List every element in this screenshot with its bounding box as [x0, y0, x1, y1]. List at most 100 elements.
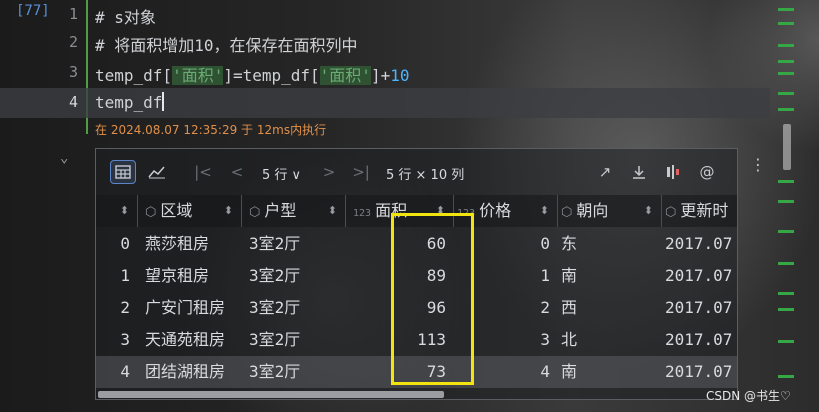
change-marker [778, 340, 794, 343]
column-header[interactable]: ⬡ 区域 ⬍ [142, 195, 242, 227]
column-header[interactable]: ⬡ 更新时 [662, 195, 737, 227]
more-options-icon[interactable]: ⋮ [750, 155, 766, 174]
change-marker [778, 375, 794, 378]
row-index: 2 [120, 298, 130, 317]
sort-icon[interactable]: ⬍ [328, 195, 337, 227]
code-token: ]+ [370, 66, 391, 85]
change-marker [778, 44, 794, 47]
execution-status: 在 2024.08.07 12:35:29 于 12ms内执行 [95, 123, 327, 137]
row-index: 0 [120, 234, 130, 253]
cell-updated[interactable]: 2017.07 [662, 228, 737, 260]
cell-area[interactable]: 天通苑租房 [142, 324, 242, 356]
line-number: 3 [68, 63, 78, 81]
annotation-highlight-box [391, 213, 474, 385]
change-marker [778, 262, 794, 265]
cell-layout[interactable]: 3室2厅 [246, 356, 346, 388]
line-number: 2 [68, 33, 78, 51]
next-page-icon[interactable]: > [316, 160, 342, 184]
cell-direction[interactable]: 北 [558, 324, 662, 356]
change-marker [778, 72, 794, 75]
change-marker [778, 180, 794, 183]
watermark: CSDN @书生♡ [706, 389, 791, 403]
cell-area[interactable]: 广安门租房 [142, 292, 242, 324]
cell-direction[interactable]: 南 [558, 356, 662, 388]
editor-scroll-thumb[interactable] [783, 124, 791, 170]
cell-area[interactable]: 团结湖租房 [142, 356, 242, 388]
cube-icon: ⬡ [249, 205, 261, 220]
download-icon[interactable] [626, 160, 652, 184]
cell-updated[interactable]: 2017.07 [662, 324, 737, 356]
table-horizontal-scrollbar[interactable] [96, 389, 737, 399]
cell-layout[interactable]: 3室2厅 [246, 228, 346, 260]
cube-icon: ⬡ [561, 205, 573, 220]
column-header[interactable]: ⬡ 户型 ⬍ [246, 195, 346, 227]
change-marker [778, 292, 794, 295]
cell-direction[interactable]: 西 [558, 292, 662, 324]
cube-icon: ⬡ [665, 205, 677, 220]
sort-icon[interactable]: ⬍ [540, 195, 549, 227]
code-token: ]=temp_df[ [223, 66, 320, 85]
change-marker [778, 230, 794, 233]
sort-icon[interactable]: ⬍ [224, 195, 233, 227]
refresh-icon[interactable]: @ [694, 160, 720, 184]
change-marker [778, 200, 794, 203]
column-header-label: 更新时 [680, 201, 729, 220]
code-token: temp_df[ [95, 66, 173, 85]
cell-updated[interactable]: 2017.07 [662, 292, 737, 324]
cell-direction[interactable]: 东 [558, 228, 662, 260]
code-line-3[interactable]: 3 temp_df['面积']=temp_df['面积']+10 [0, 58, 770, 88]
code-line-4[interactable]: 4 temp_df [0, 88, 770, 118]
code-line-1[interactable]: 1 # s对象 [0, 0, 770, 30]
change-marker [778, 8, 794, 11]
open-in-new-icon[interactable]: ↗ [592, 160, 618, 184]
table-scroll-thumb[interactable] [98, 391, 444, 398]
table-toolbar: |< < 5 行 ∨ > >| 5 行 × 10 列 ↗ @ [96, 149, 737, 195]
code-line-2[interactable]: 2 # 将面积增加10，在保存在面积列中 [0, 28, 770, 58]
code-token: temp_df [95, 93, 163, 112]
cell-direction[interactable]: 南 [558, 260, 662, 292]
change-marker [778, 22, 794, 25]
index-header[interactable]: ⬍ [96, 195, 138, 227]
column-settings-icon[interactable] [660, 160, 686, 184]
cell-layout[interactable]: 3室2厅 [246, 260, 346, 292]
code-text: temp_df [95, 92, 165, 112]
column-header-label: 朝向 [576, 201, 609, 220]
table-shape-label: 5 行 × 10 列 [386, 168, 465, 183]
line-number: 1 [68, 5, 78, 23]
cell-area[interactable]: 燕莎租房 [142, 228, 242, 260]
line-number: 4 [68, 93, 78, 111]
chevron-down-icon[interactable]: ⌄ [60, 150, 68, 166]
cell-area[interactable]: 望京租房 [142, 260, 242, 292]
editor-scrollbar-rail[interactable] [772, 0, 819, 412]
cell-updated[interactable]: 2017.07 [662, 260, 737, 292]
change-marker [778, 108, 794, 111]
text-caret [162, 92, 165, 111]
column-header-label: 户型 [264, 201, 297, 220]
sort-icon[interactable]: ⬍ [644, 195, 653, 227]
code-text: temp_df['面积']=temp_df['面积']+10 [95, 62, 409, 86]
last-page-icon[interactable]: >| [348, 160, 374, 184]
column-header-label: 区域 [160, 201, 193, 220]
chart-view-icon[interactable] [144, 160, 170, 184]
code-text: # s对象 [95, 8, 156, 27]
cell-layout[interactable]: 3室2厅 [246, 324, 346, 356]
previous-page-icon[interactable]: < [224, 160, 250, 184]
code-text: # 将面积增加10，在保存在面积列中 [95, 36, 358, 55]
change-marker [778, 60, 794, 63]
change-marker [778, 92, 794, 95]
row-index: 4 [120, 362, 130, 381]
change-marker [778, 308, 794, 311]
cell-layout[interactable]: 3室2厅 [246, 292, 346, 324]
cell-updated[interactable]: 2017.07 [662, 356, 737, 388]
row-count-selector[interactable]: 5 行 ∨ [262, 164, 301, 183]
first-page-icon[interactable]: |< [190, 160, 216, 184]
column-header[interactable]: ⬡ 朝向 ⬍ [558, 195, 662, 227]
cube-icon: ⬡ [145, 205, 157, 220]
table-view-icon[interactable] [110, 160, 136, 184]
string-literal: '面积' [319, 66, 371, 85]
column-header-label: 价格 [479, 201, 512, 220]
string-literal: '面积' [172, 66, 224, 85]
number-literal: 10 [390, 66, 410, 85]
row-index: 1 [120, 266, 130, 285]
sort-icon[interactable]: ⬍ [120, 195, 129, 227]
